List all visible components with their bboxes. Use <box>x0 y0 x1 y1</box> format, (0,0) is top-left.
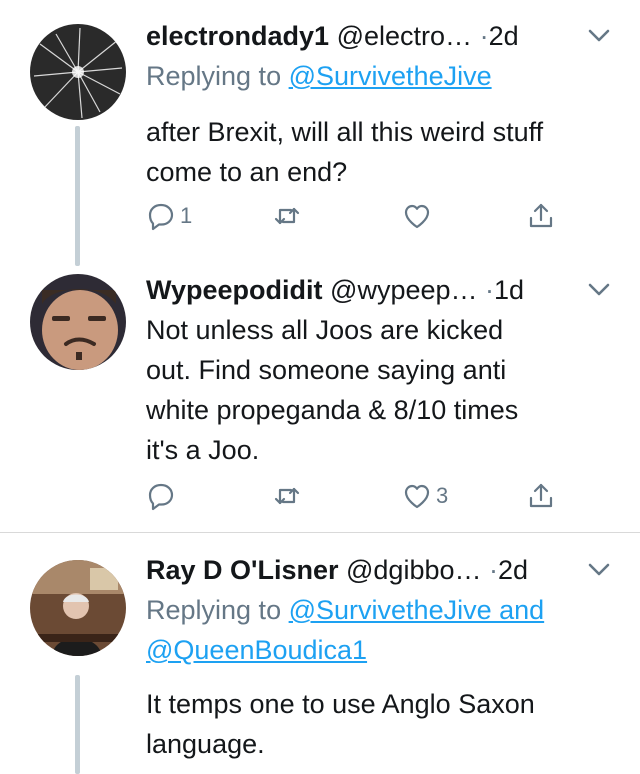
tweet-header: Wypeepodidit @wypeep… ·1d <box>146 270 622 310</box>
separator-dot: · <box>479 21 489 51</box>
share-button[interactable] <box>526 196 556 236</box>
avatar[interactable] <box>30 24 126 120</box>
separator-dot: · <box>489 555 499 585</box>
replying-to: Replying to @SurvivetheJive and @QueenBo… <box>146 590 622 670</box>
reply-mention-link[interactable]: @QueenBoudica1 <box>146 635 367 665</box>
user-handle[interactable]: @dgibbo… <box>346 555 482 585</box>
retweet-button[interactable] <box>272 196 302 236</box>
replying-to-label: Replying to <box>146 61 282 91</box>
chevron-down-icon[interactable] <box>586 16 612 56</box>
reply-mention-link[interactable]: @SurvivetheJive and <box>289 595 545 625</box>
chevron-down-icon[interactable] <box>586 270 612 310</box>
thread-line <box>75 126 80 266</box>
timestamp[interactable]: 2d <box>489 21 519 51</box>
tweet-text-line: white propeganda & 8/10 times <box>146 395 519 425</box>
heart-icon <box>404 204 430 229</box>
share-icon <box>529 203 553 228</box>
chevron-down-icon[interactable] <box>586 550 612 590</box>
like-count: 3 <box>436 483 449 508</box>
reply-icon <box>148 203 174 231</box>
tweet-actions: 1 <box>146 196 586 236</box>
tweet-wypeepodidit[interactable]: Wypeepodidit @wypeep… ·1d Not unless all… <box>0 270 640 532</box>
share-button[interactable] <box>526 476 556 516</box>
tweet-text-line: after Brexit, will all this weird stuff <box>146 117 544 147</box>
avatar-portrait-image <box>30 560 126 656</box>
user-handle[interactable]: @wypeep… <box>330 275 477 305</box>
tweet-text-line: It temps one to use Anglo Saxon <box>146 689 535 719</box>
replying-to-label: Replying to <box>146 595 282 625</box>
tweet-text-line: come to an end? <box>146 157 348 187</box>
share-icon <box>529 483 553 508</box>
tweet-header: electrondady1 @electro… ·2d <box>146 16 622 56</box>
reply-icon <box>148 483 174 511</box>
reply-button[interactable] <box>146 476 176 516</box>
thread-line <box>75 675 80 774</box>
avatar[interactable] <box>30 560 126 656</box>
tweet-text-line: out. Find someone saying anti <box>146 355 507 385</box>
like-button[interactable] <box>402 196 432 236</box>
tweet-header: Ray D O'Lisner @dgibbo… ·2d <box>146 550 622 590</box>
display-name[interactable]: Ray D O'Lisner <box>146 555 338 585</box>
avatar-portrait-image <box>30 274 126 370</box>
reply-button[interactable]: 1 <box>146 196 192 236</box>
reply-mention-link[interactable]: @SurvivetheJive <box>289 61 492 91</box>
separator-dot: · <box>485 275 495 305</box>
display-name[interactable]: electrondady1 <box>146 21 329 51</box>
reply-count: 1 <box>180 203 193 228</box>
tweet-feed: electrondady1 @electro… ·2d Replying to … <box>0 0 640 774</box>
retweet-icon <box>274 207 300 225</box>
avatar-abstract-image <box>30 24 126 120</box>
tweet-text-line: it's a Joo. <box>146 435 260 465</box>
tweet-ray-d-olisner[interactable]: Ray D O'Lisner @dgibbo… ·2d Replying to … <box>0 533 640 774</box>
tweet-text: after Brexit, will all this weird stuff … <box>146 112 622 192</box>
tweet-text: Not unless all Joos are kicked out. Find… <box>146 310 622 470</box>
timestamp[interactable]: 1d <box>494 275 524 305</box>
tweet-text-line: language. <box>146 729 265 759</box>
display-name[interactable]: Wypeepodidit <box>146 275 323 305</box>
avatar[interactable] <box>30 274 126 370</box>
user-handle[interactable]: @electro… <box>337 21 472 51</box>
tweet-electrondady1[interactable]: electrondady1 @electro… ·2d Replying to … <box>0 0 640 270</box>
like-button[interactable]: 3 <box>402 476 448 516</box>
heart-icon <box>404 484 430 509</box>
tweet-text: It temps one to use Anglo Saxon language… <box>146 684 622 764</box>
tweet-text-line: Not unless all Joos are kicked <box>146 315 504 345</box>
timestamp[interactable]: 2d <box>498 555 528 585</box>
retweet-icon <box>274 487 300 505</box>
retweet-button[interactable] <box>272 476 302 516</box>
replying-to: Replying to @SurvivetheJive <box>146 56 622 96</box>
tweet-actions: 3 <box>146 476 586 516</box>
